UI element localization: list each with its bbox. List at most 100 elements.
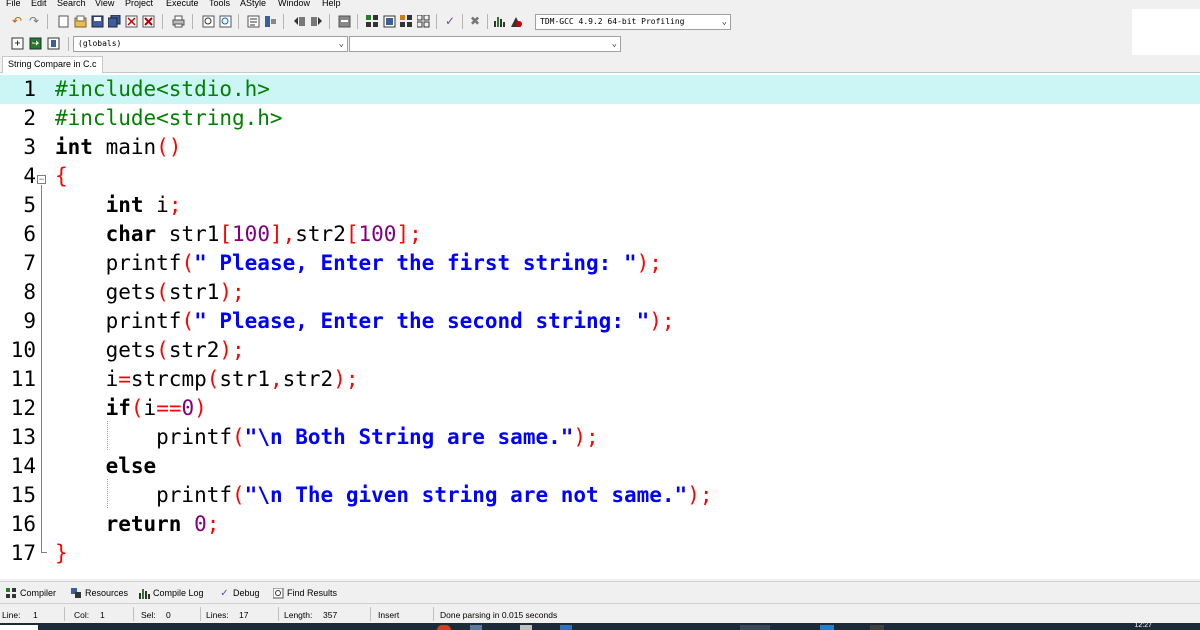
syntax-check-icon[interactable]: ✓ <box>443 14 457 28</box>
tab-debug[interactable]: ✓ Debug <box>219 585 259 601</box>
tab-compile-log[interactable]: Compile Log <box>139 585 204 601</box>
code-token: " Please, Enter the second string: " <box>194 309 650 333</box>
code-line[interactable]: 5 int i; <box>0 191 1200 220</box>
goto-line-icon[interactable] <box>246 14 260 28</box>
code-token: [ <box>345 222 359 246</box>
code-token: ); <box>687 483 713 507</box>
close-all-icon[interactable] <box>141 14 155 28</box>
run-icon[interactable] <box>382 14 396 28</box>
code-token: 100 <box>232 222 270 246</box>
code-text: int i; <box>55 191 182 220</box>
code-token: else <box>105 454 157 478</box>
code-token: i <box>143 396 157 420</box>
code-token: ( <box>206 367 220 391</box>
compiler-select[interactable]: TDM-GCC 4.9.2 64-bit Profiling ⌄ <box>535 14 731 30</box>
taskbar-app-icon[interactable] <box>870 625 884 630</box>
status-separator <box>278 607 279 621</box>
code-line[interactable]: 11 i=strcmp(str1,str2); <box>0 365 1200 394</box>
menu-tools[interactable]: Tools <box>209 0 230 9</box>
code-line[interactable]: 3 int main() <box>0 133 1200 162</box>
rebuild-all-icon[interactable] <box>416 14 430 28</box>
menu-edit[interactable]: Edit <box>31 0 47 9</box>
chrome-taskbar-icon[interactable] <box>437 625 451 630</box>
code-line[interactable]: 14 else <box>0 452 1200 481</box>
tab-compiler[interactable]: Compiler <box>6 585 56 601</box>
code-line[interactable]: 9 printf(" Please, Enter the second stri… <box>0 307 1200 336</box>
code-line[interactable]: 2 #include<string.h> <box>0 104 1200 133</box>
stop-execution-icon[interactable]: ✖ <box>468 14 482 28</box>
status-line-value: 1 <box>33 610 38 620</box>
save-icon[interactable] <box>90 14 104 28</box>
compile-icon[interactable] <box>365 14 379 28</box>
line-number: 9 <box>23 309 36 333</box>
compile-run-icon[interactable] <box>399 14 413 28</box>
taskbar-app-icon[interactable] <box>470 625 482 630</box>
goto-declaration-icon[interactable] <box>28 36 42 50</box>
menu-execute[interactable]: Execute <box>166 0 199 9</box>
menu-view[interactable]: View <box>95 0 114 9</box>
code-line[interactable]: 17} <box>0 539 1200 568</box>
line-number: 7 <box>23 251 36 275</box>
menu-project[interactable]: Project <box>125 0 153 9</box>
menu-help[interactable]: Help <box>322 0 341 9</box>
code-line[interactable]: 1 #include<stdio.h> <box>0 75 1200 104</box>
save-all-icon[interactable] <box>107 14 121 28</box>
indent-guide <box>107 479 109 508</box>
function-select[interactable]: ⌄ <box>349 36 621 52</box>
toggle-bookmark-icon[interactable] <box>263 14 277 28</box>
code-line[interactable]: 7 printf(" Please, Enter the first strin… <box>0 249 1200 278</box>
goto-definition-icon[interactable] <box>46 36 60 50</box>
menu-search[interactable]: Search <box>57 0 86 9</box>
code-text: gets(str2); <box>55 336 245 365</box>
toolbar-empty-area <box>1132 9 1200 55</box>
taskbar-clock[interactable]: 12:27 <box>1134 622 1152 629</box>
tab-resources-label: Resources <box>85 588 129 598</box>
code-token: == <box>156 396 182 420</box>
code-line[interactable]: 6 char str1[100],str2[100]; <box>0 220 1200 249</box>
scope-select[interactable]: (globals) ⌄ <box>73 36 348 52</box>
indent-left-icon[interactable] <box>292 14 306 28</box>
code-token: str1 <box>168 280 220 304</box>
code-line[interactable]: 13 printf("\n Both String are same."); <box>0 423 1200 452</box>
redo-icon[interactable]: ↷ <box>27 14 41 28</box>
delete-profile-icon[interactable] <box>509 14 523 28</box>
menu-window[interactable]: Window <box>278 0 310 9</box>
toggle-comment-icon[interactable] <box>337 14 351 28</box>
code-token: printf <box>55 425 233 449</box>
taskbar-app-icon[interactable] <box>520 625 532 630</box>
replace-icon[interactable] <box>218 14 232 28</box>
code-line[interactable]: 8 gets(str1); <box>0 278 1200 307</box>
tab-string-compare[interactable]: String Compare in C.c <box>2 56 103 73</box>
tab-find-results[interactable]: Find Results <box>273 585 337 601</box>
taskbar-app-icon[interactable] <box>820 625 834 630</box>
code-line[interactable]: 15 printf("\n The given string are not s… <box>0 481 1200 510</box>
code-token: return <box>105 512 182 536</box>
indent-right-icon[interactable] <box>309 14 323 28</box>
code-token: , <box>269 367 283 391</box>
code-line[interactable]: 12 if(i==0) <box>0 394 1200 423</box>
close-file-icon[interactable] <box>124 14 138 28</box>
start-button[interactable] <box>0 625 38 630</box>
line-number: 14 <box>10 454 36 478</box>
code-editor[interactable]: 1 #include<stdio.h> 2 #include<string.h> 3 in… <box>0 73 1200 579</box>
find-icon[interactable] <box>201 14 215 28</box>
open-file-icon[interactable] <box>73 14 87 28</box>
taskbar-app-icon[interactable] <box>560 625 572 630</box>
line-number: 3 <box>23 135 36 159</box>
taskbar-app-icon[interactable] <box>740 625 770 630</box>
code-token: " Please, Enter the first string: " <box>194 251 637 275</box>
line-number: 11 <box>10 367 36 391</box>
code-line[interactable]: 16 return 0; <box>0 510 1200 539</box>
insert-icon[interactable] <box>10 36 24 50</box>
undo-icon[interactable]: ↶ <box>10 14 24 28</box>
code-line[interactable]: 10 gets(str2); <box>0 336 1200 365</box>
profile-icon[interactable] <box>492 14 506 28</box>
tab-resources[interactable]: Resources <box>71 585 128 601</box>
menu-file[interactable]: File <box>6 0 21 9</box>
menu-astyle[interactable]: AStyle <box>240 0 266 9</box>
fold-collapse-icon[interactable]: − <box>37 175 46 184</box>
new-file-icon[interactable] <box>56 14 70 28</box>
code-token: ( <box>181 251 195 275</box>
code-line[interactable]: 4{ <box>0 162 1200 191</box>
print-icon[interactable] <box>171 14 185 28</box>
